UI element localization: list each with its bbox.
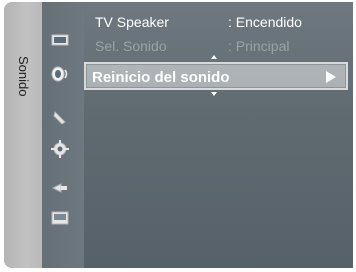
scroll-down-icon bbox=[211, 92, 217, 96]
menu-item-value: : Principal bbox=[228, 38, 290, 54]
setup-icon[interactable] bbox=[50, 139, 70, 159]
picture-icon[interactable] bbox=[50, 30, 70, 50]
scroll-up-icon bbox=[211, 55, 217, 59]
menu-item-tv-speaker[interactable]: TV Speaker : Encendido bbox=[88, 10, 348, 32]
menu-item-label: TV Speaker bbox=[95, 14, 169, 30]
side-tab-label: Sonido bbox=[16, 56, 31, 97]
channel-icon[interactable] bbox=[50, 108, 70, 128]
menu-item-label: Sel. Sonido bbox=[95, 38, 167, 54]
menu-item-sel-sonido: Sel. Sonido : Principal bbox=[88, 34, 348, 56]
sound-icon[interactable] bbox=[50, 64, 70, 84]
input-icon[interactable] bbox=[50, 178, 70, 198]
menu-item-reinicio-del-sonido[interactable]: Reinicio del sonido bbox=[84, 62, 348, 90]
menu-item-label: Reinicio del sonido bbox=[92, 69, 230, 86]
side-tab: Sonido bbox=[4, 2, 42, 268]
submenu-arrow-icon bbox=[326, 71, 336, 83]
menu-item-value: : Encendido bbox=[228, 14, 302, 30]
application-icon[interactable] bbox=[50, 208, 70, 228]
